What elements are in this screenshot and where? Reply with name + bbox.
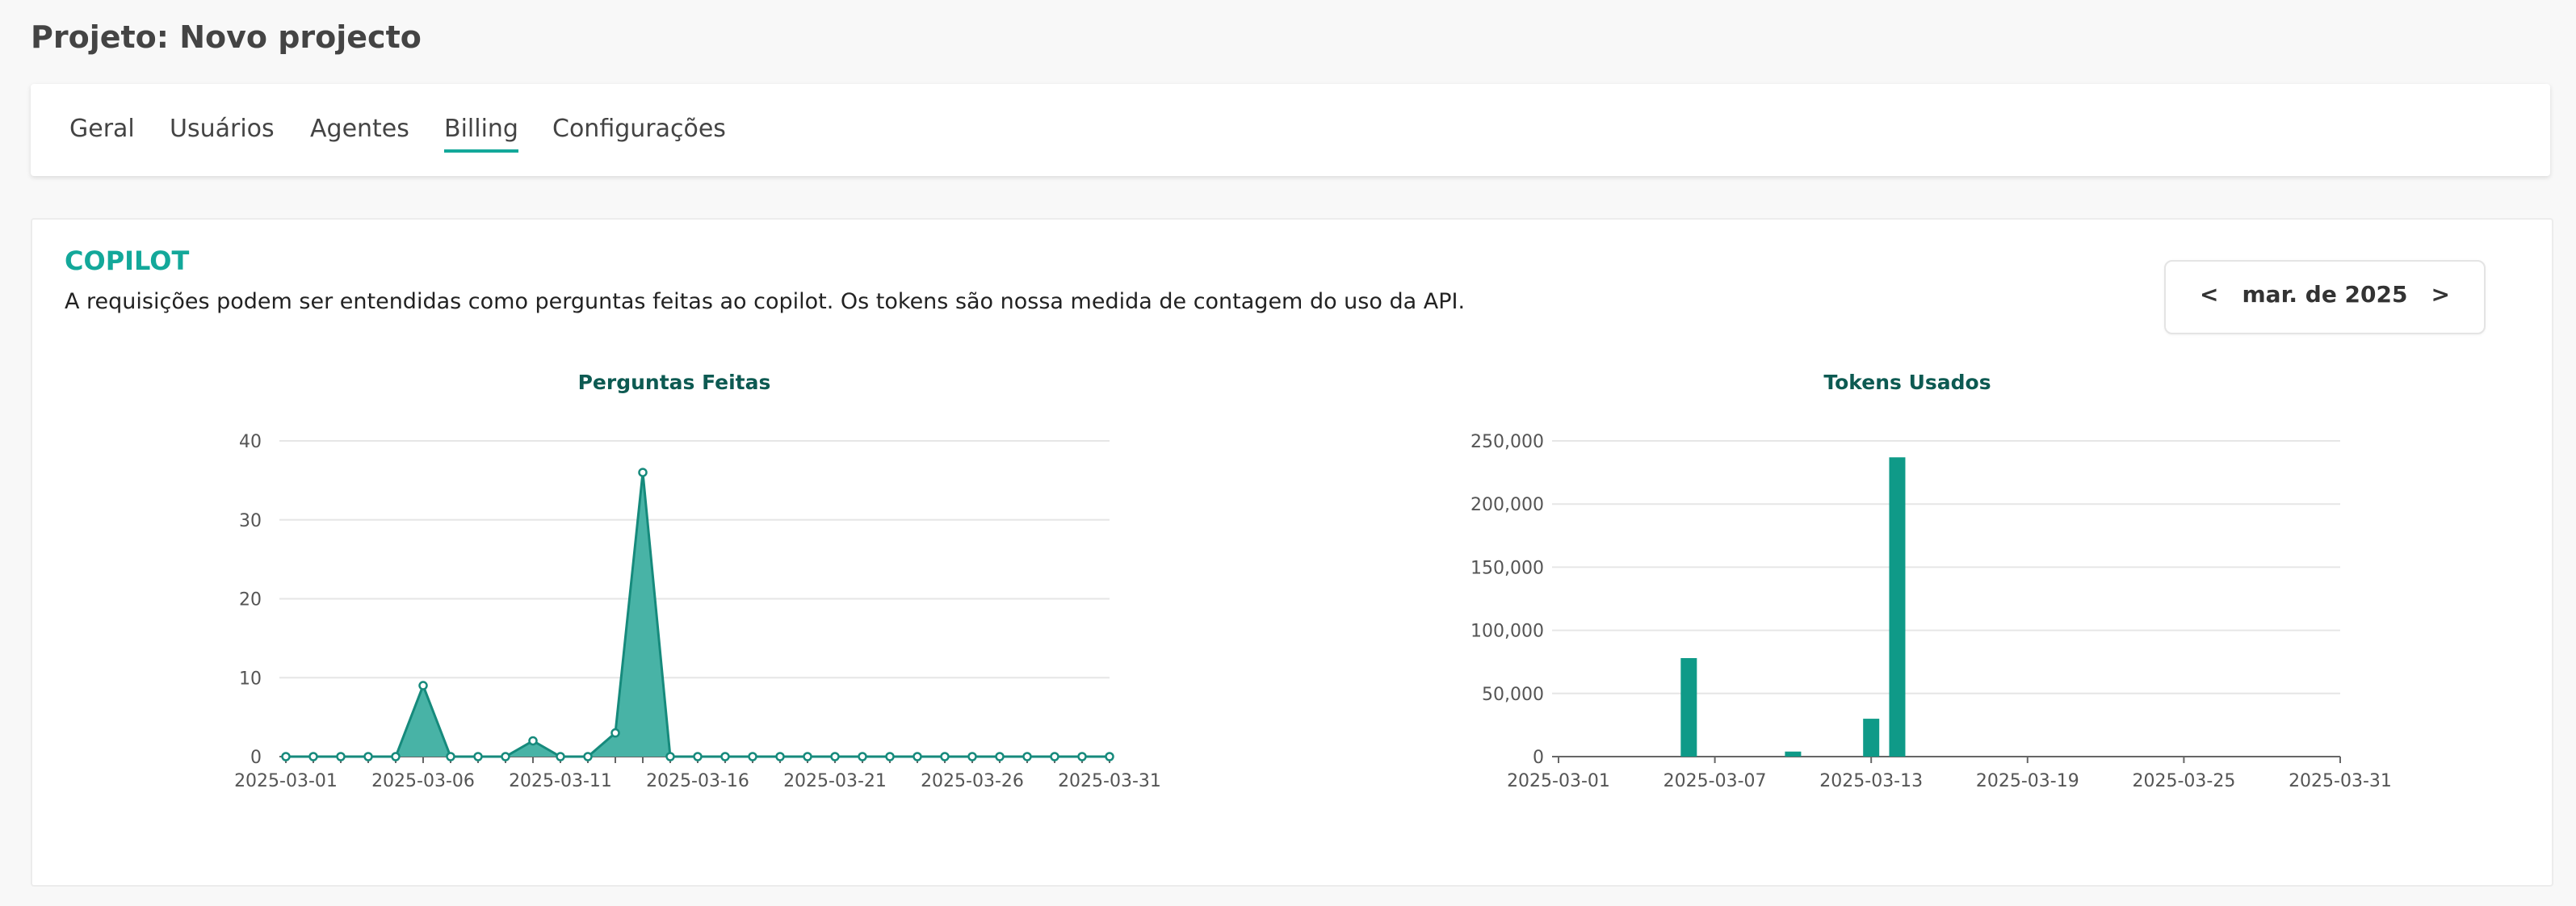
x-tick-label: 2025-03-31 [2289,771,2392,791]
x-tick-label: 2025-03-25 [2132,771,2235,791]
chart-tokens-usados: Tokens Usados 0 50,000 100,000 150,000 200,00… [1471,371,2392,791]
y-tick-label: 0 [1533,748,1544,768]
y-tick-label: 50,000 [1482,685,1544,705]
x-tick-label: 2025-03-01 [1507,771,1610,791]
bar [1680,658,1697,757]
y-tick-label: 200,000 [1471,495,1544,515]
x-tick-label: 2025-03-13 [1819,771,1923,791]
bar [1785,751,1802,757]
y-tick-label: 250,000 [1471,432,1544,452]
chart-title: Tokens Usados [1823,371,1991,394]
x-tick-label: 2025-03-19 [1976,771,2079,791]
y-tick-label: 100,000 [1471,622,1544,642]
bar [1863,719,1880,757]
y-tick-label: 150,000 [1471,558,1544,578]
bar [1889,457,1906,757]
x-tick-label: 2025-03-07 [1663,771,1767,791]
